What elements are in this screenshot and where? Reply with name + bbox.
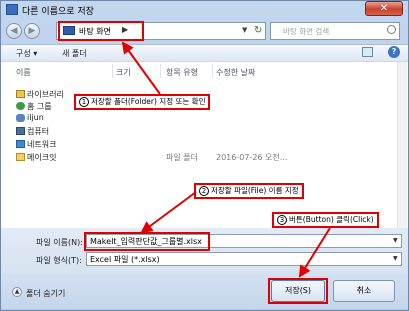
close-button[interactable]: ✕	[365, 1, 403, 16]
nav-item-computer[interactable]: 컴퓨터	[27, 126, 49, 137]
computer-icon	[16, 127, 25, 135]
filetype-dropdown-icon[interactable]: ▼	[393, 255, 398, 262]
collapse-icon[interactable]: ▲	[12, 287, 22, 297]
filetype-label: 파일 형식(T):	[36, 256, 82, 265]
filetype-value[interactable]: Excel 파일 (*.xlsx)	[90, 254, 160, 265]
column-header-size[interactable]: 크기	[116, 67, 131, 78]
nav-item-user[interactable]: iljun	[27, 113, 44, 122]
save-highlight-box	[268, 278, 328, 304]
dialog-title: 다른 이름으로 저장	[22, 7, 94, 17]
column-separator[interactable]	[212, 64, 213, 78]
column-separator[interactable]	[112, 64, 113, 78]
file-list-pane	[1, 61, 408, 228]
cancel-button[interactable]: 취소	[333, 280, 395, 302]
filename-highlight-box	[84, 232, 210, 251]
address-highlight-box	[58, 21, 144, 41]
search-placeholder[interactable]: 바탕 화면 검색	[283, 26, 329, 37]
new-folder-button[interactable]: 새 폴더	[62, 48, 87, 59]
callout-text: 저장할 폴더(Folder) 지정 또는 확인	[91, 97, 206, 106]
search-icon[interactable]	[387, 25, 396, 34]
library-icon	[16, 90, 25, 98]
folder-icon	[16, 153, 25, 161]
step-number: 2	[199, 186, 209, 196]
nav-item-libraries[interactable]: 라이브러리	[27, 89, 64, 100]
organize-menu[interactable]: 구성 ▾	[16, 48, 37, 59]
nav-item-homegroup[interactable]: 홈 그룹	[27, 101, 52, 112]
folder-date: 2016-07-26 오전...	[216, 153, 288, 162]
filename-label: 파일 이름(N):	[36, 238, 83, 247]
nav-item-network[interactable]: 네트워크	[27, 139, 56, 150]
step-number: 3	[277, 215, 287, 225]
nav-item-makeit[interactable]: 메이크잇	[27, 152, 56, 163]
folder-type: 파일 폴더	[166, 153, 198, 162]
back-button[interactable]: ◀	[6, 23, 22, 39]
filename-dropdown-icon[interactable]: ▼	[393, 237, 398, 244]
callout-text: 저장할 파일(File) 이름 지정	[211, 186, 299, 195]
callout-step-2: 2 저장할 파일(File) 이름 지정	[194, 183, 304, 199]
network-icon	[16, 140, 25, 148]
homegroup-icon	[16, 102, 25, 110]
callout-step-3: 3 버튼(Button) 클릭(Click)	[272, 212, 379, 228]
forward-button[interactable]: ▶	[24, 23, 40, 39]
column-separator[interactable]	[160, 64, 161, 78]
help-icon[interactable]: ?	[388, 46, 400, 58]
hide-folders-button[interactable]: 폴더 숨기기	[26, 288, 65, 299]
user-icon	[16, 114, 25, 122]
column-header-name[interactable]: 이름	[16, 67, 31, 78]
app-icon	[6, 4, 18, 15]
refresh-icon[interactable]: ↻	[254, 25, 262, 36]
column-header-type[interactable]: 항목 유형	[166, 67, 198, 78]
callout-text: 버튼(Button) 클릭(Click)	[289, 215, 374, 224]
column-header-modified[interactable]: 수정한 날짜	[216, 67, 255, 78]
step-number: 1	[79, 97, 89, 107]
callout-step-1: 1 저장할 폴더(Folder) 지정 또는 확인	[74, 94, 211, 110]
address-dropdown-icon[interactable]: ▼	[242, 26, 247, 34]
view-options-icon[interactable]	[362, 47, 373, 57]
scrollbar[interactable]	[397, 62, 407, 228]
